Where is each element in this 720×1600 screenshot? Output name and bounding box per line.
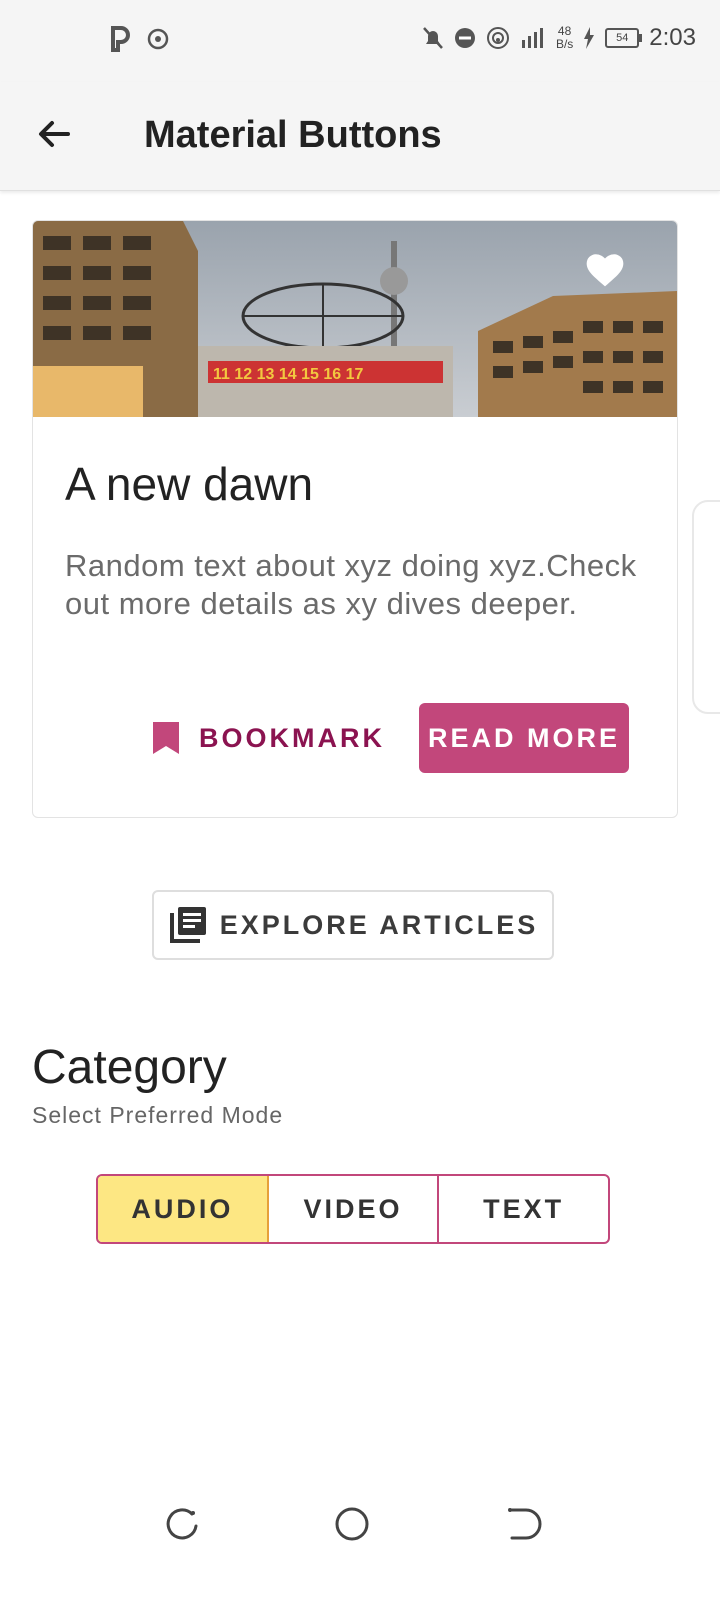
charging-icon	[584, 27, 595, 49]
network-speed-unit: B/s	[555, 37, 574, 51]
clock-digits: 11 12 13 14 15 16 17	[213, 366, 363, 383]
read-more-button[interactable]: READ MORE	[419, 703, 629, 773]
status-bar: 48 B/s 54 2:03	[0, 0, 720, 82]
explore-articles-label: EXPLORE ARTICLES	[219, 909, 539, 940]
battery-icon: 54	[605, 28, 643, 48]
wifi-icon	[486, 27, 509, 49]
back-arrow-icon[interactable]	[34, 114, 74, 154]
mode-toggle-group: AUDIO VIDEO TEXT	[96, 1174, 610, 1244]
bookmark-button[interactable]: BOOKMARK	[151, 703, 391, 773]
article-card: 11 12 13 14 15 16 17 A new dawn Random t…	[32, 220, 678, 818]
home-icon[interactable]	[332, 1504, 372, 1544]
signal-icon	[521, 28, 543, 48]
recents-icon[interactable]	[162, 1504, 202, 1544]
system-nav-bar	[0, 1480, 720, 1570]
library-books-icon	[169, 907, 206, 943]
category-title: Category	[32, 1041, 227, 1094]
dnd-icon	[454, 28, 475, 48]
card-description: Random text about xyz doing xyz.Check ou…	[65, 548, 637, 621]
explore-articles-button[interactable]: EXPLORE ARTICLES	[152, 890, 554, 960]
bell-off-icon	[423, 27, 443, 49]
bookmark-icon	[153, 722, 179, 754]
favorite-heart-icon[interactable]	[583, 247, 627, 289]
app-bar: Material Buttons	[0, 82, 720, 191]
read-more-label: READ MORE	[427, 722, 620, 753]
network-speed: 48 B/s	[556, 25, 573, 51]
status-time: 2:03	[649, 24, 696, 51]
toggle-video[interactable]: VIDEO	[269, 1176, 440, 1242]
toggle-text[interactable]: TEXT	[439, 1176, 608, 1242]
battery-level: 54	[616, 32, 629, 44]
category-subtitle: Select Preferred Mode	[32, 1102, 284, 1128]
bookmark-label: BOOKMARK	[199, 722, 385, 753]
page-title: Material Buttons	[144, 114, 442, 156]
card-title: A new dawn	[65, 458, 314, 510]
side-edge-handle[interactable]	[692, 500, 720, 714]
parking-icon	[111, 26, 130, 52]
hotspot-icon	[147, 28, 169, 50]
back-nav-icon[interactable]	[502, 1504, 542, 1544]
status-left-icons	[110, 26, 170, 52]
card-hero-image: 11 12 13 14 15 16 17	[33, 221, 677, 417]
toggle-audio[interactable]: AUDIO	[98, 1176, 269, 1242]
status-right-icons: 48 B/s 54 2:03	[422, 24, 696, 52]
